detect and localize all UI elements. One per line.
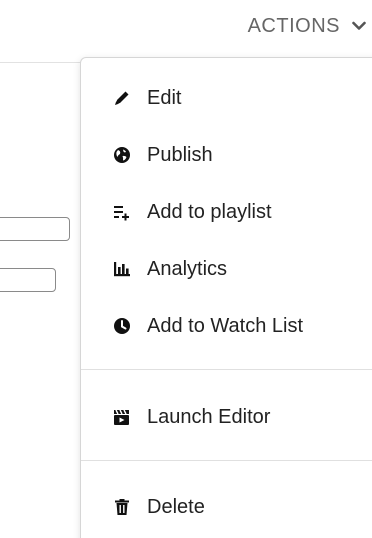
menu-item-delete[interactable]: Delete <box>111 487 372 527</box>
pencil-icon <box>111 87 133 109</box>
playlist-add-icon <box>111 201 133 223</box>
menu-item-delete-label: Delete <box>147 495 205 518</box>
chevron-down-icon <box>350 17 368 35</box>
menu-divider-2 <box>81 460 372 461</box>
actions-dropdown-button[interactable]: ACTIONS <box>248 10 372 42</box>
menu-divider-1 <box>81 369 372 370</box>
clapperboard-icon <box>111 406 133 428</box>
menu-item-analytics[interactable]: Analytics <box>111 249 372 289</box>
menu-item-edit[interactable]: Edit <box>111 78 372 118</box>
menu-item-add-to-watch-list-label: Add to Watch List <box>147 314 303 337</box>
menu-item-analytics-label: Analytics <box>147 257 228 280</box>
menu-item-publish-label: Publish <box>147 143 213 166</box>
bar-chart-icon <box>111 258 133 280</box>
trash-icon <box>111 496 133 518</box>
globe-icon <box>111 144 133 166</box>
menu-item-edit-label: Edit <box>147 86 182 109</box>
menu-item-launch-editor[interactable]: Launch Editor <box>111 397 372 437</box>
menu-item-add-to-watch-list[interactable]: Add to Watch List <box>111 306 372 346</box>
background-pill-2[interactable]: on <box>0 268 56 292</box>
menu-item-publish[interactable]: Publish <box>111 135 372 175</box>
background-divider <box>0 62 90 63</box>
menu-item-add-to-playlist-label: Add to playlist <box>147 200 272 223</box>
actions-label: ACTIONS <box>247 14 340 37</box>
menu-item-launch-editor-label: Launch Editor <box>147 405 271 428</box>
clock-icon <box>111 315 133 337</box>
background-pill-1[interactable]: tion <box>0 217 70 241</box>
page: tion on ACTIONS Edit <box>0 0 372 538</box>
actions-menu: Edit Publish Add to playlist Analytics A… <box>80 57 372 538</box>
menu-item-add-to-playlist[interactable]: Add to playlist <box>111 192 372 232</box>
